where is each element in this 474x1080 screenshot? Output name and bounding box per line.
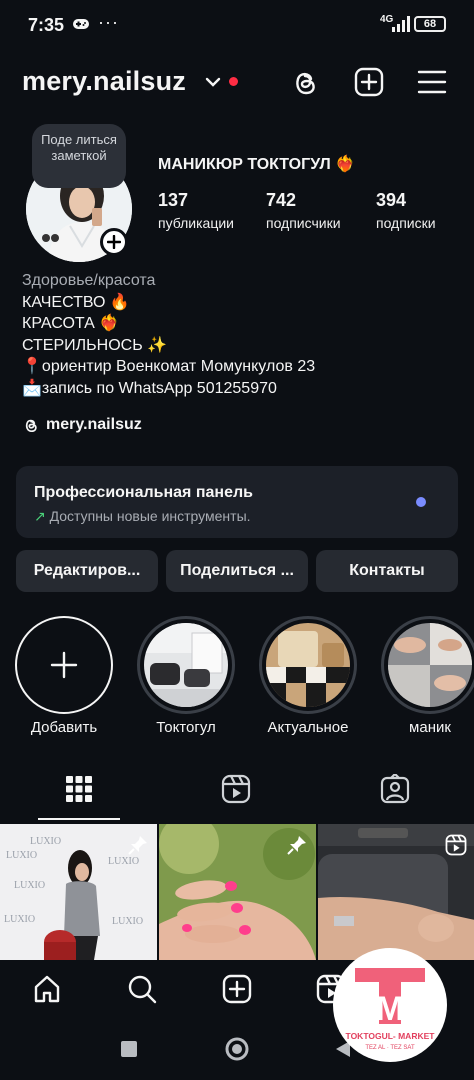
logo-letter: M (376, 990, 404, 1028)
highlight-aktualnoe[interactable] (259, 616, 357, 714)
plus-icon (107, 235, 121, 249)
grid-icon[interactable] (66, 776, 92, 802)
highlight-label: маник (409, 719, 451, 736)
grid-post[interactable] (318, 824, 474, 960)
highlight-manik[interactable] (381, 616, 474, 714)
grid-post[interactable]: LUXIO LUXIO LUXIO LUXIO LUXIO LUXIO (0, 824, 157, 960)
trend-arrow-icon: ↗ (34, 508, 46, 524)
banner-text: LUXIO (108, 856, 139, 867)
bio-line: КАЧЕСТВО 🔥 (22, 293, 130, 311)
signal-icon (392, 16, 410, 32)
tagged-icon[interactable] (380, 774, 410, 804)
home-button-icon[interactable] (225, 1037, 249, 1061)
grid-post[interactable] (159, 824, 316, 960)
threads-profile-link[interactable]: mery.nailsuz (22, 416, 142, 434)
edit-profile-button[interactable]: Редактиров... (16, 550, 158, 592)
contacts-button[interactable]: Контакты (316, 550, 458, 592)
add-highlight-button[interactable] (15, 616, 113, 714)
profile-tabs (0, 758, 474, 822)
recents-icon[interactable] (120, 1040, 138, 1058)
highlight-cover-image (388, 623, 472, 707)
stat-followers-label: подписчики (266, 215, 341, 231)
logo-line1: TOKTOGUL- MARKET (346, 1031, 436, 1041)
status-bar: 7:35 ··· 4G 68 (0, 0, 474, 48)
note-bubble[interactable]: Поде литься заметкой (32, 124, 126, 188)
add-story-button[interactable] (100, 228, 128, 256)
stat-posts-value: 137 (158, 190, 189, 210)
status-time: 7:35 (28, 15, 65, 35)
plus-icon (50, 651, 78, 679)
create-icon[interactable] (222, 974, 252, 1004)
stat-posts-label: публикации (158, 215, 234, 231)
banner-text: LUXIO (14, 880, 45, 891)
highlight-label: Актуальное (267, 719, 349, 736)
banner-text: LUXIO (6, 850, 37, 861)
stat-following-label: подписки (376, 215, 436, 231)
highlight-cover-image (266, 623, 350, 707)
banner-text: LUXIO (4, 914, 35, 925)
share-profile-button[interactable]: Поделиться ... (166, 550, 308, 592)
professional-dashboard[interactable]: Профессиональная панель ↗ Доступны новые… (16, 466, 458, 538)
stat-followers[interactable]: 742 подписчики (266, 190, 341, 231)
highlight-cover-image (144, 623, 228, 707)
banner-text: LUXIO (30, 836, 61, 847)
pro-panel-title: Профессиональная панель (34, 484, 253, 501)
stat-following-value: 394 (376, 190, 407, 210)
reels-icon (445, 834, 467, 856)
menu-icon[interactable] (416, 66, 448, 98)
bio-line: 📩запись по WhatsApp 501255970 (22, 379, 277, 397)
more-notifications-icon: ··· (98, 12, 119, 32)
stat-followers-value: 742 (266, 190, 297, 210)
gamepad-icon (73, 19, 89, 29)
home-icon[interactable] (32, 974, 62, 1004)
threads-handle: mery.nailsuz (46, 416, 142, 433)
profile-username[interactable]: mery.nailsuz (22, 66, 186, 97)
pin-icon (128, 836, 147, 855)
pro-panel-new-dot (416, 497, 426, 507)
stat-posts[interactable]: 137 публикации (158, 190, 234, 231)
threads-icon[interactable] (289, 66, 321, 98)
active-tab-indicator (38, 818, 120, 820)
banner-text: LUXIO (112, 916, 143, 927)
bio-line: СТЕРИЛЬНОСЬ ✨ (22, 336, 168, 354)
profile-category: Здоровье/красота (22, 272, 156, 289)
highlight-label: Добавить (30, 719, 98, 736)
notification-dot (229, 77, 238, 86)
pro-panel-subtitle: ↗ Доступны новые инструменты. (34, 508, 251, 525)
reels-icon[interactable] (221, 774, 251, 804)
logo-graphic: M TOKTOGUL- MARKET TEZ AL · TEZ SAT (346, 968, 436, 1051)
logo-line2: TEZ AL · TEZ SAT (365, 1045, 415, 1051)
threads-icon (25, 419, 37, 433)
stat-following[interactable]: 394 подписки (376, 190, 436, 231)
profile-full-name: МАНИКЮР ТОКТОГУЛ ❤️‍🔥 (158, 156, 356, 173)
search-icon[interactable] (127, 974, 157, 1004)
highlight-label: Токтогул (156, 719, 216, 736)
bio-line: 📍ориентир Военкомат Момункулов 23 (22, 358, 316, 375)
pro-panel-subtitle-text: Доступны новые инструменты. (49, 508, 251, 524)
pin-icon (287, 836, 306, 855)
new-post-icon[interactable] (353, 66, 385, 98)
toktogul-market-logo: M TOKTOGUL- MARKET TEZ AL · TEZ SAT (333, 948, 447, 1062)
profile-bio: Здоровье/красота КАЧЕСТВО 🔥 КРАСОТА ❤️‍🔥… (22, 270, 315, 399)
highlight-toktogul[interactable] (137, 616, 235, 714)
battery-indicator: 68 (414, 16, 446, 32)
chevron-down-icon[interactable] (205, 76, 221, 88)
bio-line: КРАСОТА ❤️‍🔥 (22, 315, 120, 332)
